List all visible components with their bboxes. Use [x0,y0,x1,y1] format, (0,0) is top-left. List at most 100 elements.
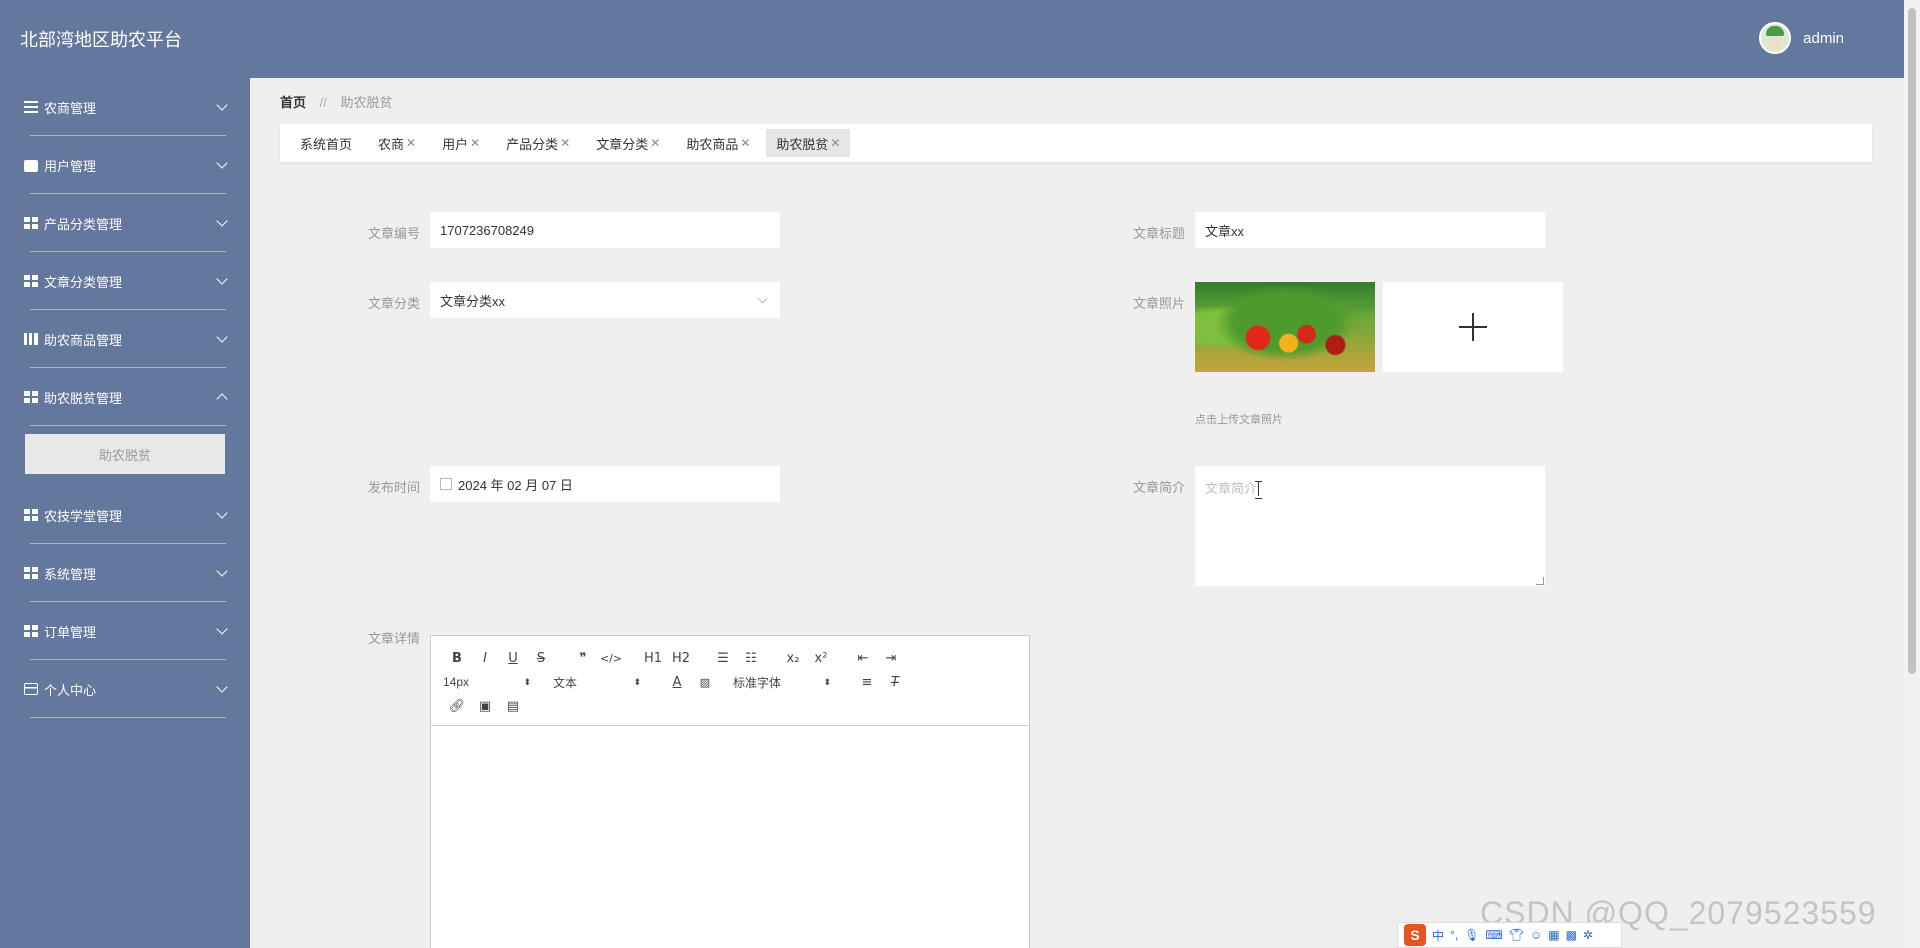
tab-article-category[interactable]: 文章分类 ✕ [586,129,670,157]
user-menu[interactable]: admin [1759,22,1844,54]
article-photo-thumbnail[interactable] [1195,282,1375,372]
font-size-value: 14px [443,675,470,689]
scrollbar-thumb[interactable] [1908,8,1916,674]
tab-label: 助农商品 [686,136,739,152]
tab-users[interactable]: 用户 ✕ [432,129,490,157]
page-scrollbar[interactable] [1904,0,1920,948]
punctuation-icon[interactable]: °, [1450,928,1458,942]
close-icon[interactable]: ✕ [740,136,750,150]
publish-date-picker[interactable]: 2024 年 02 月 07 日 [430,466,780,502]
bullet-list-icon[interactable]: ☷ [737,651,765,666]
heading1-button[interactable]: H1 [639,651,667,666]
article-no-label: 文章编号 [367,226,420,241]
clear-format-icon[interactable]: T̶ [881,675,909,690]
article-no-value: 1707236708249 [440,222,534,238]
submenu-item-poverty[interactable]: 助农脱贫 [25,434,225,474]
chevron-down-icon [216,331,228,343]
sidebar-item-system[interactable]: 系统管理 [0,544,250,602]
heading2-button[interactable]: H2 [667,651,695,666]
sidebar-item-merchant[interactable]: 农商管理 [0,78,250,136]
breadcrumb-separator: // [319,95,327,110]
blockquote-button[interactable]: ❞ [569,651,597,666]
tab-merchant[interactable]: 农商 ✕ [368,129,426,157]
article-category-select[interactable]: 文章分类xx [430,282,780,318]
italic-button[interactable]: I [471,651,499,666]
tab-product-category[interactable]: 产品分类 ✕ [496,129,580,157]
photo-upload-button[interactable] [1383,282,1563,372]
text-cursor-icon [1255,481,1263,499]
chevron-down-icon [216,273,228,285]
ordered-list-icon[interactable]: ☰ [709,651,737,666]
article-no-field[interactable]: 1707236708249 [430,212,780,248]
sidebar-item-article-category[interactable]: 文章分类管理 [0,252,250,310]
microphone-icon[interactable]: 🎙︎ [1464,928,1479,942]
tab-goods[interactable]: 助农商品 ✕ [676,129,760,157]
font-size-select[interactable]: 14px ⬍ [443,675,537,689]
publish-time-label: 发布时间 [367,480,420,495]
list-icon [24,101,38,113]
plus-icon [1459,313,1487,341]
article-category-value: 文章分类xx [440,293,506,309]
heading-select[interactable]: 文本 ⬍ [553,674,647,691]
editor-content-area[interactable] [431,726,1029,948]
ime-logo[interactable]: S [1404,924,1426,946]
article-summary-label: 文章简介 [1132,480,1185,495]
font-family-select[interactable]: 标准字体 ⬍ [733,674,837,691]
indent-icon[interactable]: ⇥ [877,651,905,666]
background-color-icon[interactable]: ▨ [691,676,719,689]
article-title-field[interactable]: 文章xx [1195,212,1545,248]
sidebar-item-label: 用户管理 [44,158,97,174]
superscript-button[interactable]: x² [807,651,835,666]
tab-poverty[interactable]: 助农脱贫 ✕ [766,129,851,157]
top-header: 北部湾地区助农平台 admin [0,0,1904,78]
ime-toolbar[interactable]: S 中 °, 🎙︎ ⌨ 👕︎ ☺ ▦ ▩ ✲ [1397,922,1622,948]
sidebar-item-label: 助农商品管理 [44,332,123,348]
resize-handle-icon[interactable] [1536,577,1544,585]
calendar-icon [440,478,452,490]
subscript-button[interactable]: x₂ [779,651,807,666]
outdent-icon[interactable]: ⇤ [849,651,877,666]
video-icon[interactable]: ▤ [499,699,527,714]
select-arrows-icon: ⬍ [633,676,641,687]
tab-label: 系统首页 [300,136,353,152]
chevron-down-icon [216,507,228,519]
toolbox-icon[interactable]: ▦ [1548,928,1559,942]
article-category-label: 文章分类 [367,296,420,311]
emoji-icon[interactable]: ☺ [1530,928,1542,942]
image-icon[interactable]: ▣ [471,699,499,714]
avatar[interactable] [1759,22,1792,54]
sidebar-item-goods[interactable]: 助农商品管理 [0,310,250,368]
grid-icon[interactable]: ▩ [1566,928,1577,942]
strike-button[interactable]: S [527,651,555,666]
breadcrumb-home[interactable]: 首页 [280,95,306,110]
close-icon[interactable]: ✕ [830,136,840,150]
align-left-icon[interactable]: ≡ [853,675,881,690]
link-icon[interactable]: 🔗︎ [443,699,471,714]
sidebar-item-profile[interactable]: 个人中心 [0,660,250,718]
article-summary-textarea[interactable]: 文章简介 [1195,466,1545,586]
close-icon[interactable]: ✕ [650,136,660,150]
close-icon[interactable]: ✕ [470,136,480,150]
sidebar-item-orders[interactable]: 订单管理 [0,602,250,660]
close-icon[interactable]: ✕ [406,136,416,150]
tab-home[interactable]: 系统首页 [290,129,362,157]
keyboard-icon[interactable]: ⌨ [1485,928,1502,942]
sidebar-item-poverty[interactable]: 助农脱贫管理 [0,368,250,426]
close-icon[interactable]: ✕ [560,136,570,150]
underline-button[interactable]: U [499,651,527,666]
code-block-button[interactable]: </> [597,652,625,665]
sidebar-item-users[interactable]: 用户管理 [0,136,250,194]
settings-icon[interactable]: ✲ [1583,928,1593,942]
sidebar-item-product-category[interactable]: 产品分类管理 [0,194,250,252]
username[interactable]: admin [1803,30,1844,47]
ime-mode[interactable]: 中 [1432,927,1444,944]
sidebar-item-label: 订单管理 [44,624,97,640]
font-color-icon[interactable]: A [663,675,691,690]
sidebar-item-school[interactable]: 农技学堂管理 [0,486,250,544]
grid-icon [24,625,38,637]
tab-label: 农商 [378,136,405,152]
chevron-down-icon [216,99,228,111]
skin-icon[interactable]: 👕︎ [1509,928,1524,942]
publish-date-value: 2024 年 02 月 07 日 [458,477,573,493]
bold-button[interactable]: B [443,651,471,666]
